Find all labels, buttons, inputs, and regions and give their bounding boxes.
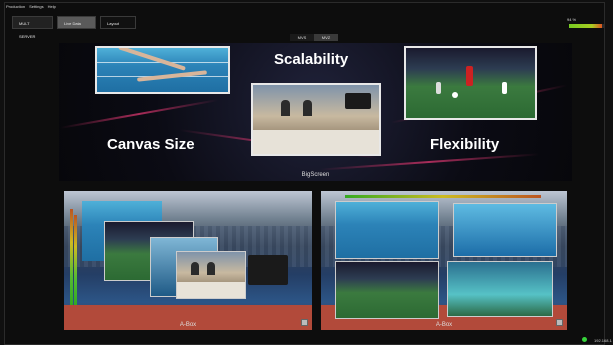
abox-left-menu-button[interactable] xyxy=(301,319,308,326)
abox-right-menu-button[interactable] xyxy=(556,319,563,326)
news-anchor xyxy=(207,262,215,275)
newsroom-image xyxy=(251,83,381,156)
soccer-player xyxy=(436,82,441,94)
abox-left-label: A-Box xyxy=(179,322,197,328)
toolbar: MULT SERVER Live Data Layout xyxy=(12,16,136,39)
abox-right-label: A-Box xyxy=(435,322,453,328)
layout-button[interactable]: Layout xyxy=(100,16,136,29)
soccer-image xyxy=(404,46,537,120)
abox-left[interactable]: A-Box xyxy=(64,191,312,330)
mode-mvs[interactable]: MVS xyxy=(290,34,314,41)
live-data-button[interactable]: Live Data xyxy=(57,16,96,29)
menu-settings[interactable]: Settings xyxy=(29,3,43,11)
level-meter-fill xyxy=(569,24,602,28)
tv-camera xyxy=(345,93,371,109)
menu-production[interactable]: Production xyxy=(6,3,25,11)
connection-status-icon xyxy=(582,337,587,342)
decor-glow xyxy=(60,99,218,129)
level-meter xyxy=(569,24,604,28)
mode-switch: MVS MVZ xyxy=(290,34,338,41)
abox-right[interactable]: A-Box xyxy=(321,191,567,330)
soccer-player xyxy=(502,82,507,94)
news-anchor xyxy=(303,100,312,116)
news-anchor xyxy=(191,262,199,275)
bigscreen-preview[interactable]: Scalability Canvas Size Flexibility BigS… xyxy=(59,43,572,181)
pool-action-layer[interactable] xyxy=(453,203,557,257)
audio-meter-horizontal xyxy=(345,195,541,198)
news-anchor xyxy=(281,100,290,116)
bigscreen-caption: BigScreen xyxy=(301,172,330,178)
soccer-layer[interactable] xyxy=(335,261,439,319)
canvas-size-text: Canvas Size xyxy=(107,136,195,153)
swimming-layer[interactable] xyxy=(335,201,439,259)
soccer-ball xyxy=(452,92,458,98)
swimming-image xyxy=(95,46,230,94)
status-text: 192.168.1 xyxy=(594,338,612,343)
news-desk xyxy=(253,129,379,154)
tv-camera xyxy=(248,255,288,285)
menu-bar: Production Settings Help xyxy=(6,3,56,11)
audio-meter xyxy=(74,215,77,305)
scalability-text: Scalability xyxy=(274,51,349,68)
news-desk xyxy=(177,281,245,298)
audio-meter xyxy=(70,209,73,305)
soccer-player xyxy=(466,66,473,86)
crowd-layer[interactable] xyxy=(447,261,553,317)
flexibility-text: Flexibility xyxy=(430,136,500,153)
menu-help[interactable]: Help xyxy=(48,3,56,11)
mode-mvz[interactable]: MVZ xyxy=(314,34,338,41)
meter-percent: 94 % xyxy=(567,17,577,22)
swimmer xyxy=(118,48,186,71)
newsroom-layer[interactable] xyxy=(176,251,246,299)
server-button[interactable]: MULT SERVER xyxy=(12,16,53,39)
